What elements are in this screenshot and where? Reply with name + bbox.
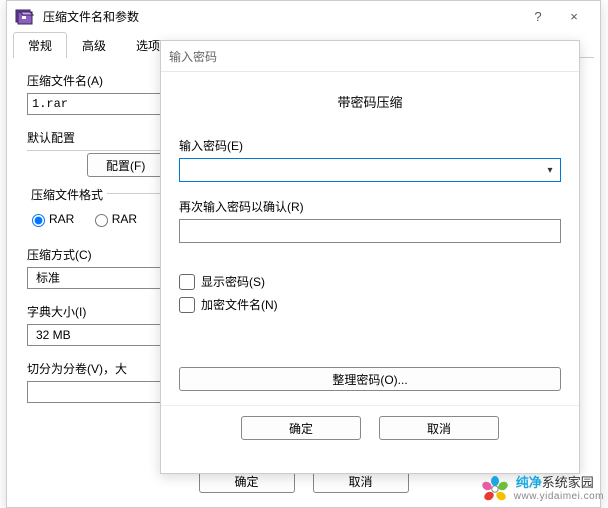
format-rar-radio[interactable]: RAR bbox=[27, 211, 74, 227]
password-dialog: 输入密码 带密码压缩 输入密码(E) ▾ 再次输入密码以确认(R) 显示密码(S… bbox=[160, 40, 580, 474]
dict-label: 字典大小(I) bbox=[27, 303, 177, 320]
confirm-password-label: 再次输入密码以确认(R) bbox=[179, 198, 561, 215]
enter-password-combo[interactable]: ▾ bbox=[179, 158, 561, 182]
dict-select[interactable]: 32 MB bbox=[27, 324, 177, 346]
pwd-subtitle: 带密码压缩 bbox=[179, 92, 561, 111]
tab-general[interactable]: 常规 bbox=[13, 32, 67, 58]
method-label: 压缩方式(C) bbox=[27, 246, 177, 263]
checkbox-icon bbox=[179, 274, 195, 290]
confirm-password-input[interactable] bbox=[179, 219, 561, 243]
default-profile-label: 默认配置 bbox=[27, 129, 177, 146]
split-input[interactable] bbox=[27, 381, 177, 403]
format-group-label: 压缩文件格式 bbox=[27, 186, 107, 203]
pwd-ok-button[interactable]: 确定 bbox=[241, 416, 361, 440]
help-button[interactable]: ? bbox=[520, 2, 556, 30]
watermark-brand2: 系统家园 bbox=[542, 475, 594, 490]
tab-advanced[interactable]: 高级 bbox=[67, 32, 121, 58]
encrypt-names-label: 加密文件名(N) bbox=[201, 296, 278, 313]
archive-name-label: 压缩文件名(A) bbox=[27, 72, 177, 89]
show-password-label: 显示密码(S) bbox=[201, 273, 265, 290]
split-label: 切分为分卷(V)，大 bbox=[27, 360, 177, 377]
enter-password-label: 输入密码(E) bbox=[179, 137, 561, 154]
enter-password-input[interactable] bbox=[179, 158, 561, 182]
config-button[interactable]: 配置(F) bbox=[87, 153, 164, 177]
close-button[interactable]: × bbox=[556, 2, 592, 30]
show-password-checkbox[interactable]: 显示密码(S) bbox=[179, 273, 561, 290]
method-select[interactable]: 标准 bbox=[27, 267, 177, 289]
format-rar5-radio[interactable]: RAR bbox=[90, 211, 137, 227]
watermark-brand1: 纯净 bbox=[516, 475, 542, 490]
app-icon bbox=[15, 7, 37, 25]
chevron-down-icon[interactable]: ▾ bbox=[540, 159, 560, 181]
pwd-cancel-button[interactable]: 取消 bbox=[379, 416, 499, 440]
archive-name-input[interactable] bbox=[27, 93, 177, 115]
pwd-titlebar[interactable]: 输入密码 bbox=[161, 41, 579, 72]
pwd-title: 输入密码 bbox=[169, 48, 571, 65]
watermark-icon bbox=[480, 474, 510, 504]
organize-passwords-button[interactable]: 整理密码(O)... bbox=[179, 367, 561, 391]
watermark-url: www.yidaimei.com bbox=[514, 491, 604, 502]
main-title: 压缩文件名和参数 bbox=[43, 8, 520, 25]
main-titlebar[interactable]: 压缩文件名和参数 ? × bbox=[7, 1, 600, 31]
watermark: 纯净系统家园 www.yidaimei.com bbox=[480, 474, 604, 504]
checkbox-icon bbox=[179, 297, 195, 313]
encrypt-names-checkbox[interactable]: 加密文件名(N) bbox=[179, 296, 561, 313]
